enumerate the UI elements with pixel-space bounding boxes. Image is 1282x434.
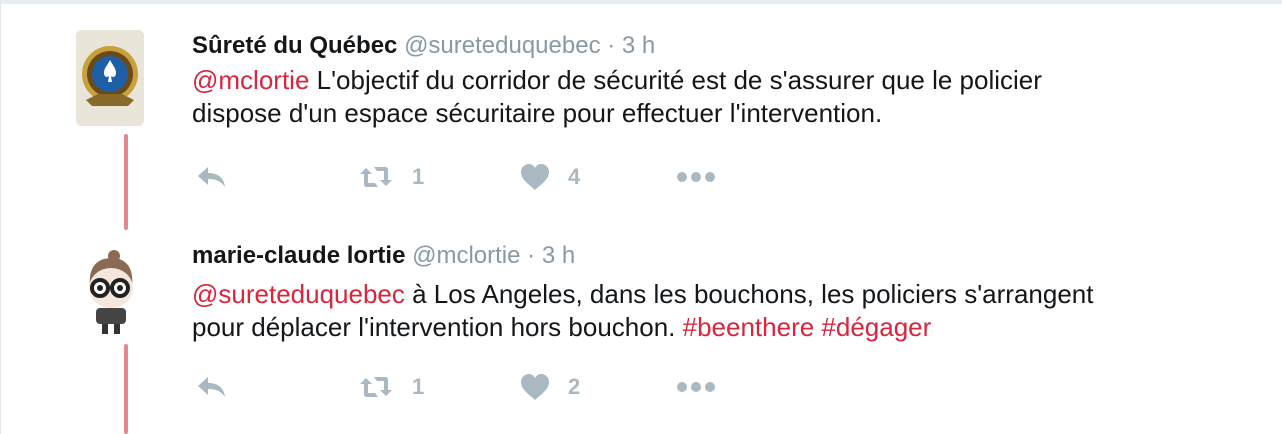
hashtag-link[interactable]: #beenthere [683,312,815,342]
retweet-button[interactable]: 1 [358,372,424,402]
author-handle[interactable]: @mclortie [412,242,520,269]
author-name[interactable]: marie-claude lortie [192,242,405,269]
timestamp[interactable]: 3 h [542,242,575,269]
timestamp[interactable]: 3 h [622,32,655,59]
mention-link[interactable]: @mclortie [192,65,309,95]
more-icon [676,171,716,183]
cartoon-girl-avatar-icon [76,246,144,342]
tweet-text-line: à Los Angeles, dans les bouchons, les po… [404,279,1094,309]
like-button[interactable]: 4 [520,162,580,192]
retweet-button[interactable]: 1 [358,162,424,192]
heart-icon [520,373,550,401]
avatar[interactable] [76,30,144,126]
thread-connector-line [124,134,128,230]
like-count: 4 [568,164,581,189]
reply-icon [196,165,228,189]
retweet-count: 1 [412,164,425,189]
heart-icon [520,163,550,191]
reply-button[interactable] [196,372,228,402]
more-button[interactable] [676,372,716,402]
mention-link[interactable]: @sureteduquebec [192,279,405,309]
tweet-header: Sûreté du Québec @sureteduquebec · 3 h [192,32,655,60]
retweet-count: 1 [412,374,425,399]
reply-button[interactable] [196,162,228,192]
tweet-text-line: dispose d'un espace sécuritaire pour eff… [192,98,883,128]
like-count: 2 [568,374,581,399]
tweet-header: marie-claude lortie @mclortie · 3 h [192,242,575,270]
meta-separator: · [607,32,616,59]
retweet-icon [358,374,394,400]
top-divider [0,0,1282,4]
hashtag-link[interactable]: #dégager [821,312,931,342]
tweet-text: @mclortie L'objectif du corridor de sécu… [192,64,1252,130]
more-button[interactable] [676,162,716,192]
avatar[interactable] [76,246,144,342]
author-name[interactable]: Sûreté du Québec [192,32,397,59]
left-border [0,0,1,434]
meta-separator: · [527,242,536,269]
tweet-text: @sureteduquebec à Los Angeles, dans les … [192,278,1252,344]
retweet-icon [358,164,394,190]
surete-quebec-badge-icon [76,30,144,126]
reply-icon [196,375,228,399]
author-handle[interactable]: @sureteduquebec [404,32,601,59]
tweet-text-line: L'objectif du corridor de sécurité est d… [309,65,1042,95]
tweet-text-line: pour déplacer l'intervention hors boucho… [192,312,683,342]
thread-connector-line [124,344,128,434]
like-button[interactable]: 2 [520,372,580,402]
more-icon [676,381,716,393]
